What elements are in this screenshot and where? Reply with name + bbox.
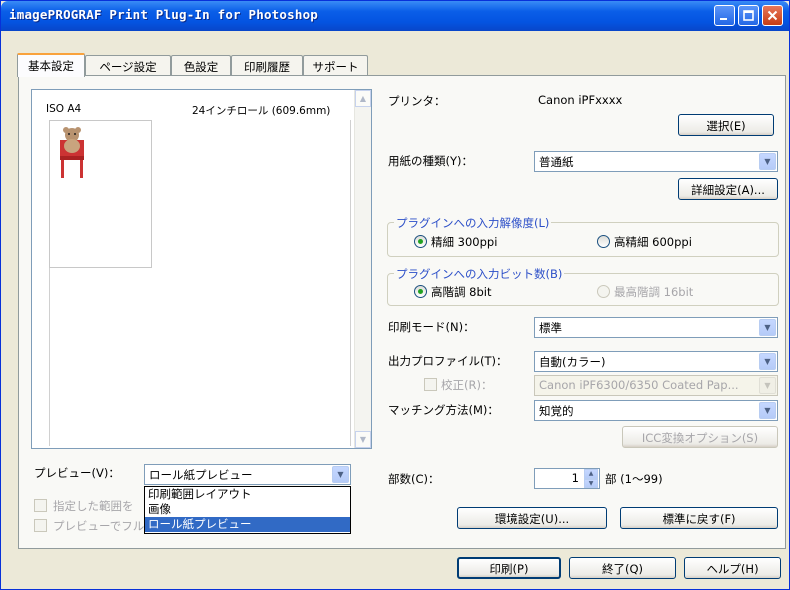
icc-options-button[interactable]: ICC変換オプション(S) (622, 426, 778, 448)
minimize-icon (720, 18, 727, 20)
full-preview-checkbox[interactable] (34, 519, 47, 532)
chevron-down-icon[interactable]: ▼ (759, 153, 776, 170)
preview-mode-list[interactable]: 印刷範囲レイアウト 画像 ロール紙プレビュー (144, 486, 351, 534)
roll-info-label: 24インチロール (609.6mm) (192, 105, 331, 117)
exit-button[interactable]: 終了(Q) (569, 557, 676, 579)
bitdepth-16-radio[interactable] (597, 285, 610, 298)
bitdepth-group-label: プラグインへの入力ビット数(B) (394, 266, 565, 282)
paper-preview (49, 120, 152, 268)
window-title: imagePROGRAF Print Plug-In for Photoshop (9, 7, 319, 22)
full-preview-label: プレビューでフル (53, 519, 145, 533)
printer-label: プリンタ： (388, 94, 446, 108)
maximize-icon (743, 10, 754, 21)
resolution-600-radio[interactable] (597, 235, 610, 248)
proof-label: 校正(R)： (441, 378, 493, 392)
chevron-down-icon[interactable]: ▼ (759, 319, 776, 336)
copies-value: 1 (571, 471, 579, 485)
stepper-down-icon[interactable]: ▼ (584, 478, 598, 488)
scroll-up-button[interactable]: ▲ (355, 90, 371, 107)
print-mode-label: 印刷モード(N)： (388, 320, 475, 334)
print-button[interactable]: 印刷(P) (457, 557, 561, 579)
close-icon (767, 10, 778, 21)
preview-mode-value: ロール紙プレビュー (149, 468, 253, 482)
environment-settings-button[interactable]: 環境設定(U)... (457, 507, 607, 529)
print-mode-value: 標準 (539, 321, 562, 335)
specified-range-label: 指定した範囲を (53, 499, 134, 513)
bitdepth-8-label: 高階調 8bit (431, 285, 492, 299)
scroll-down-button[interactable]: ▼ (355, 431, 371, 448)
tab-history[interactable]: 印刷履歴 (231, 55, 303, 76)
specified-range-checkbox[interactable] (34, 499, 47, 512)
chevron-down-icon[interactable]: ▼ (332, 466, 349, 483)
chevron-down-icon[interactable]: ▼ (759, 402, 776, 419)
restore-defaults-button[interactable]: 標準に戻す(F) (620, 507, 778, 529)
bitdepth-8-radio[interactable] (414, 285, 427, 298)
image-thumbnail (60, 127, 84, 178)
proof-profile-value: Canon iPF6300/6350 Coated Pap... (539, 378, 739, 392)
stepper-up-icon[interactable]: ▲ (584, 469, 598, 479)
tab-support[interactable]: サポート (303, 55, 368, 76)
matching-method-select[interactable]: 知覚的 ▼ (534, 400, 778, 421)
matching-method-value: 知覚的 (539, 404, 574, 418)
tab-page[interactable]: ページ設定 (85, 55, 171, 76)
media-type-select[interactable]: 普通紙 ▼ (534, 151, 778, 172)
chevron-down-icon[interactable]: ▼ (759, 377, 776, 394)
tab-basic[interactable]: 基本設定 (17, 53, 85, 77)
minimize-button[interactable] (714, 5, 735, 26)
media-type-value: 普通紙 (539, 155, 574, 169)
bitdepth-group: プラグインへの入力ビット数(B) 高階調 8bit 最高階調 16bit (387, 266, 779, 306)
list-item[interactable]: 印刷範囲レイアウト (145, 487, 350, 502)
plugin-window: imagePROGRAF Print Plug-In for Photoshop… (0, 0, 790, 590)
maximize-button[interactable] (738, 5, 759, 26)
title-bar[interactable]: imagePROGRAF Print Plug-In for Photoshop (1, 1, 789, 31)
proof-checkbox[interactable] (424, 378, 437, 391)
resolution-600-label: 高精細 600ppi (614, 235, 692, 249)
media-type-label: 用紙の種類(Y)： (388, 154, 473, 168)
copies-label: 部数(C)： (388, 472, 440, 486)
tab-color[interactable]: 色設定 (171, 55, 231, 76)
output-profile-select[interactable]: 自動(カラー) ▼ (534, 351, 778, 372)
preview-scrollbar[interactable]: ▲ ▼ (354, 90, 371, 448)
copies-stepper[interactable]: ▲ ▼ (584, 469, 598, 488)
paper-size-label: ISO A4 (46, 103, 82, 115)
preview-pane: ISO A4 24インチロール (609.6mm) ▲ ▼ (31, 89, 372, 449)
media-detail-button[interactable]: 詳細設定(A)... (678, 178, 778, 200)
help-button[interactable]: ヘルプ(H) (684, 557, 781, 579)
print-mode-select[interactable]: 標準 ▼ (534, 317, 778, 338)
matching-method-label: マッチング方法(M)： (388, 403, 499, 417)
select-printer-button[interactable]: 選択(E) (678, 114, 774, 136)
resolution-300-radio[interactable] (414, 235, 427, 248)
preview-mode-label: プレビュー(V)： (34, 466, 120, 480)
close-button[interactable] (762, 5, 783, 26)
resolution-300-label: 精細 300ppi (431, 235, 498, 249)
resolution-group: プラグインへの入力解像度(L) 精細 300ppi 高精細 600ppi (387, 215, 779, 257)
output-profile-label: 出力プロファイル(T)： (388, 354, 508, 368)
chevron-down-icon[interactable]: ▼ (759, 353, 776, 370)
preview-mode-select[interactable]: ロール紙プレビュー ▼ (144, 464, 351, 485)
list-item[interactable]: 画像 (145, 502, 350, 517)
printer-value: Canon iPFxxxx (538, 93, 623, 107)
copies-range-label: 部 (1～99) (605, 472, 663, 486)
bitdepth-16-label: 最高階調 16bit (614, 285, 694, 299)
list-item[interactable]: ロール紙プレビュー (145, 517, 350, 532)
proof-profile-select[interactable]: Canon iPF6300/6350 Coated Pap... ▼ (534, 375, 778, 396)
resolution-group-label: プラグインへの入力解像度(L) (394, 215, 552, 231)
output-profile-value: 自動(カラー) (539, 355, 606, 369)
